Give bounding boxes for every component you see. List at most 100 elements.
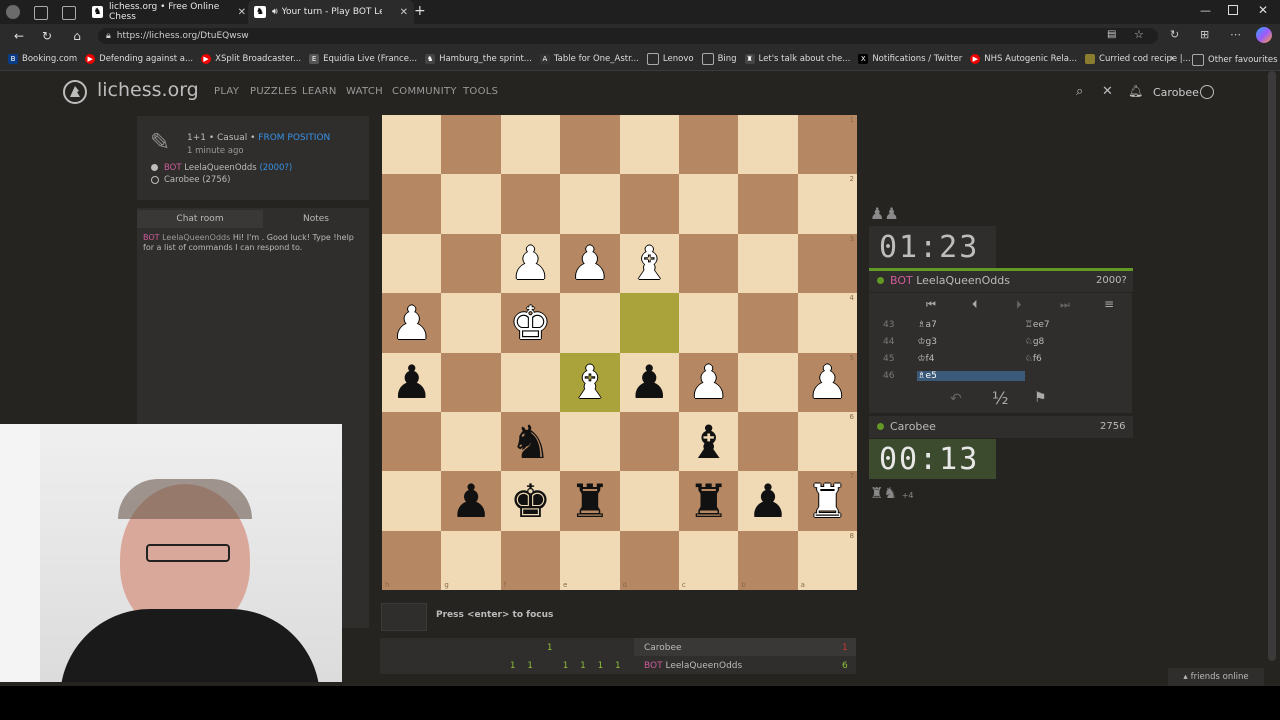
board-square[interactable]: ♜ (560, 471, 620, 531)
board-square[interactable] (441, 174, 501, 234)
crosstable-score[interactable]: 1 (615, 661, 620, 671)
board-square[interactable] (619, 411, 679, 472)
board-square[interactable]: ♟ (619, 352, 679, 412)
tab-actions-icon[interactable] (62, 6, 76, 20)
board-square[interactable] (738, 115, 798, 175)
board-square[interactable] (441, 115, 501, 175)
board-square[interactable] (382, 471, 442, 531)
url-field[interactable]: 🔒︎ https://lichess.org/DtuEQwsw (98, 28, 1158, 44)
board-square[interactable]: 4 (797, 293, 857, 353)
from-position-link[interactable]: FROM POSITION (258, 133, 330, 143)
next-move-icon[interactable]: ⏵ (1016, 298, 1022, 312)
black-pawn[interactable]: ♟ (747, 478, 788, 524)
bookmark-defending[interactable]: ▶ Defending against a... (85, 54, 193, 64)
new-tab-icon[interactable]: + (414, 3, 426, 19)
bookmark-curried-cod[interactable]: Curried cod recipe |... (1085, 54, 1191, 64)
profile-icon[interactable] (6, 5, 20, 19)
tab-notes[interactable]: Notes (263, 210, 369, 228)
home-icon[interactable]: ⌂ (66, 24, 88, 48)
black-bishop[interactable]: ♝ (688, 419, 729, 465)
tab-chat-room[interactable]: Chat room (137, 210, 263, 228)
favorite-star-icon[interactable]: ☆ (1134, 28, 1144, 41)
board-square[interactable]: ♚ (500, 471, 561, 531)
bookmarks-more-icon[interactable]: › (1170, 53, 1174, 64)
crosstable-score[interactable]: 1 (563, 661, 568, 671)
board-square[interactable] (738, 293, 798, 353)
board-square[interactable] (560, 115, 620, 175)
menu-dots-icon[interactable]: ⋯ (1230, 28, 1241, 41)
board-square[interactable]: ♝ (619, 233, 679, 294)
site-logo-text[interactable]: lichess.org (97, 79, 199, 101)
tab-game[interactable]: ♞ 🔊︎ Your turn - Play BOT LeelaQ... ✕ (248, 0, 414, 24)
board-square[interactable]: 8a (797, 530, 857, 590)
minimize-icon[interactable]: — (1200, 4, 1211, 17)
extensions-icon[interactable]: ⊞ (1200, 28, 1209, 41)
challenge-icon[interactable]: ✕ (1102, 84, 1113, 99)
resign-flag-icon[interactable]: ⚑ (1034, 390, 1047, 406)
board-square[interactable]: ♟ (678, 352, 739, 412)
bookmark-xsplit[interactable]: ▶ XSplit Broadcaster... (201, 54, 301, 64)
friends-online-button[interactable]: ▴ friends online (1168, 668, 1264, 686)
first-move-icon[interactable]: ⏮ (926, 298, 936, 312)
board-square[interactable]: ♟ (441, 471, 501, 531)
crosstable-score[interactable]: 1 (580, 661, 585, 671)
takeback-icon[interactable]: ↶ (950, 391, 962, 407)
notifications-bell-icon[interactable]: 🔔︎ (1128, 84, 1143, 98)
last-move-icon[interactable]: ⏭ (1060, 298, 1070, 312)
board-square[interactable] (560, 293, 620, 353)
board-square[interactable]: ♟ (560, 233, 620, 294)
bookmark-hamburg[interactable]: ♞ Hamburg_the sprint... (425, 54, 532, 64)
crosstable-score[interactable]: 1 (547, 643, 552, 653)
board-square[interactable]: ♟ (382, 352, 442, 412)
board-square[interactable]: ♟ (500, 233, 561, 294)
board-square[interactable] (441, 352, 501, 412)
white-pawn[interactable]: ♟ (391, 300, 432, 346)
bookmark-bing[interactable]: Bing (701, 53, 737, 65)
board-square[interactable] (619, 115, 679, 175)
board-square[interactable] (382, 233, 442, 294)
board-square[interactable] (619, 174, 679, 234)
meta-player2[interactable]: Carobee (2756) (164, 175, 230, 185)
board-square[interactable]: h (382, 530, 442, 590)
tab-lichess-home[interactable]: ♞ lichess.org • Free Online Chess ✕ (86, 0, 252, 24)
nav-community[interactable]: COMMUNITY (392, 86, 457, 97)
lichess-logo-icon[interactable] (62, 79, 88, 105)
prev-move-icon[interactable]: ⏴ (972, 298, 978, 312)
bookmark-booking[interactable]: B Booking.com (8, 54, 77, 64)
crosstable-name-top[interactable]: Carobee (644, 643, 682, 653)
close-window-icon[interactable]: ✕ (1258, 3, 1268, 17)
white-rook[interactable]: ♜ (807, 478, 848, 524)
board-square[interactable]: ♟ (738, 471, 798, 531)
board-square[interactable] (738, 233, 798, 294)
board-square[interactable] (500, 352, 561, 412)
board-square[interactable]: ♟ (382, 293, 442, 353)
move-black[interactable]: ♘g8 (1025, 337, 1132, 347)
crosstable-score[interactable]: 1 (510, 661, 515, 671)
search-icon[interactable]: ⌕ (1076, 84, 1083, 99)
board-square[interactable]: 1 (797, 115, 857, 175)
close-tab-icon[interactable]: ✕ (400, 7, 408, 18)
audio-icon[interactable]: 🔊︎ (272, 7, 278, 17)
board-square[interactable]: ♝ (678, 411, 739, 472)
black-king[interactable]: ♚ (510, 478, 551, 524)
crosstable-score[interactable]: 1 (527, 661, 532, 671)
top-player[interactable]: BOT LeelaQueenOdds (890, 274, 1010, 287)
move-black[interactable]: ♘f6 (1025, 354, 1132, 364)
close-tab-icon[interactable]: ✕ (238, 7, 246, 18)
bookmark-lets-talk[interactable]: ♜ Let's talk about che... (744, 54, 850, 64)
board-square[interactable] (382, 115, 442, 175)
board-square[interactable] (678, 174, 739, 234)
chat-user[interactable]: LeelaQueenOdds (162, 233, 230, 242)
board-square[interactable]: g (441, 530, 501, 590)
board-square[interactable] (738, 352, 798, 412)
white-bishop[interactable]: ♝ (569, 359, 610, 405)
move-white[interactable]: ♗e5 (917, 370, 1025, 381)
white-pawn[interactable]: ♟ (688, 359, 729, 405)
bottom-player-name[interactable]: Carobee (890, 420, 936, 433)
workspaces-icon[interactable] (34, 6, 48, 20)
move-black[interactable]: ♖ee7 (1025, 320, 1132, 330)
board-square[interactable] (738, 411, 798, 472)
nav-learn[interactable]: LEARN (302, 86, 337, 97)
crosstable-name-bottom[interactable]: BOT LeelaQueenOdds (644, 661, 742, 671)
user-avatar-icon[interactable] (1200, 85, 1214, 99)
